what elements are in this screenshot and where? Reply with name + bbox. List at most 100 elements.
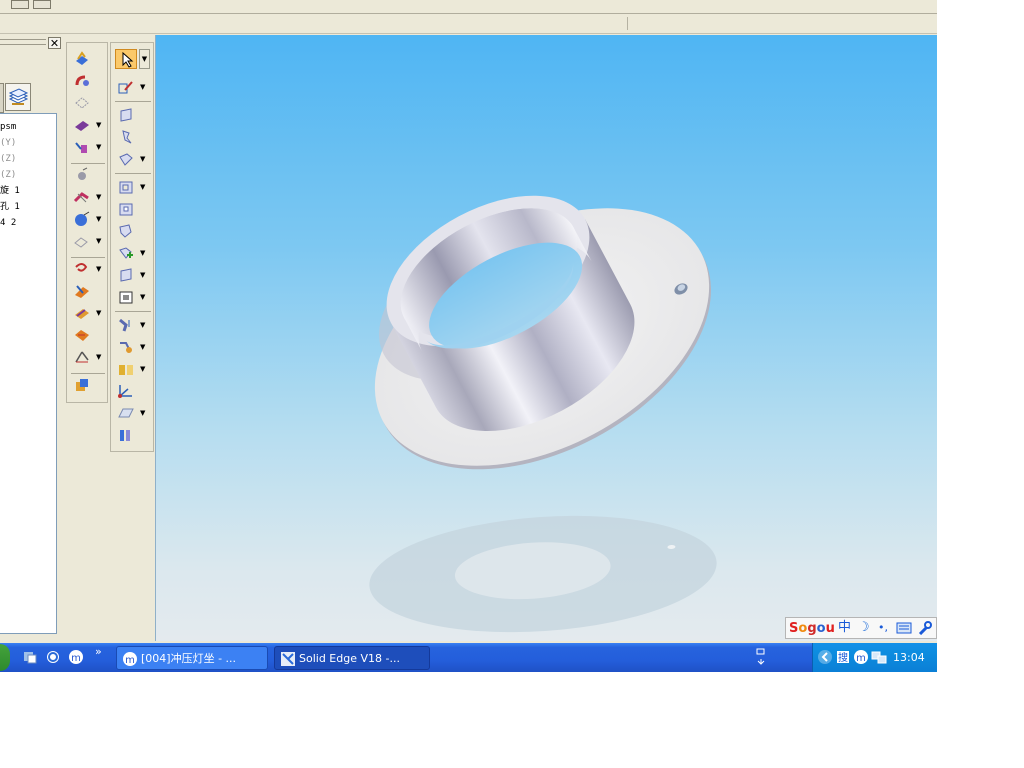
protrusion-icon[interactable]: [73, 51, 91, 67]
chevron-down-icon[interactable]: ▼: [140, 366, 147, 373]
features-toolbar: ▼ ▼ ▼ ▼ ▼ ▼ ▼ ▼: [66, 42, 108, 403]
web-network-icon[interactable]: [73, 283, 91, 299]
flange-icon[interactable]: [117, 129, 135, 145]
chevron-down-icon[interactable]: ▼: [140, 410, 147, 417]
tree-item-plane[interactable]: (Z): [0, 154, 16, 164]
chevron-down-icon[interactable]: ▼: [140, 156, 147, 163]
sketch-icon[interactable]: [117, 79, 135, 95]
reference-plane-icon[interactable]: [117, 405, 135, 421]
sogou-tray-icon[interactable]: 搜: [835, 649, 851, 669]
lip-icon[interactable]: [73, 327, 91, 343]
shell-icon[interactable]: [73, 211, 91, 227]
chevron-down-icon[interactable]: ▼: [96, 194, 103, 201]
part-copy-icon[interactable]: [117, 427, 135, 443]
punctuation-icon[interactable]: •,: [878, 620, 888, 636]
svg-text:搜: 搜: [838, 651, 848, 664]
cutout-sheet-icon[interactable]: [117, 179, 135, 195]
chevron-down-icon[interactable]: ▼: [96, 354, 103, 361]
tray-expand-icon[interactable]: [817, 649, 833, 669]
chevron-down-icon[interactable]: ▼: [96, 216, 103, 223]
tab-layers[interactable]: [5, 83, 31, 111]
solid-edge-icon: [281, 652, 295, 666]
3d-viewport[interactable]: [155, 35, 937, 641]
model-reflection: [369, 515, 717, 633]
mirror-sheet-icon[interactable]: [117, 361, 135, 377]
tree-item-document[interactable]: psm: [0, 122, 16, 132]
svg-text:m: m: [856, 653, 866, 664]
jog-icon[interactable]: [117, 267, 135, 283]
window-minimize-button[interactable]: [33, 0, 51, 9]
chevron-down-icon[interactable]: ▼: [96, 122, 103, 129]
ime-toolbar[interactable]: Sogou 中 ☽ •,: [785, 617, 937, 639]
tab-icon[interactable]: [117, 107, 135, 123]
round-icon[interactable]: [73, 189, 91, 205]
bend-icon[interactable]: [117, 317, 135, 333]
chevron-down-icon[interactable]: ▼: [140, 344, 147, 351]
ime-mode-chinese[interactable]: 中: [838, 620, 851, 636]
toolbar-divider: [71, 163, 105, 164]
maxthon-tray-icon[interactable]: m: [853, 649, 869, 669]
browser-icon[interactable]: [45, 649, 61, 665]
unbend-icon[interactable]: [117, 339, 135, 355]
window-restore-button[interactable]: [11, 0, 29, 9]
wrench-icon[interactable]: [917, 620, 933, 635]
emboss-icon[interactable]: [117, 289, 135, 305]
chevron-down-icon[interactable]: ▼: [140, 84, 147, 91]
helix-icon[interactable]: [73, 261, 91, 277]
close-icon[interactable]: ✕: [48, 37, 61, 49]
rib-icon[interactable]: [73, 305, 91, 321]
normal-cutout-icon[interactable]: [117, 201, 135, 217]
chevron-down-icon[interactable]: ▼: [96, 144, 103, 151]
feature-tree[interactable]: psm (Y) (Z) (Z) 旋 1 孔 1 4 2: [0, 113, 57, 634]
keyboard-icon[interactable]: [896, 620, 912, 635]
tree-item-feature[interactable]: 孔 1: [0, 202, 20, 212]
sweep-icon[interactable]: [73, 139, 91, 155]
desktop-icon[interactable]: [22, 649, 38, 665]
hem-icon[interactable]: [117, 245, 135, 261]
chevron-down-icon[interactable]: ▼: [140, 272, 147, 279]
maxthon-icon[interactable]: m: [68, 649, 84, 665]
task-button-solid-edge[interactable]: Solid Edge V18 -...: [274, 646, 430, 670]
toolbar-divider: [71, 373, 105, 374]
draft-icon[interactable]: [73, 349, 91, 365]
chevron-down-icon[interactable]: ▼: [139, 49, 150, 69]
panel-grip[interactable]: [0, 39, 46, 45]
network-icon[interactable]: [871, 649, 887, 669]
mirror-icon[interactable]: [73, 377, 91, 393]
tree-item-plane[interactable]: (Z): [0, 170, 16, 180]
part-model: [369, 195, 717, 633]
chevron-down-icon[interactable]: ▼: [96, 310, 103, 317]
chevron-down-icon[interactable]: ▼: [140, 250, 147, 257]
menu-strip: [0, 0, 937, 14]
hole-icon[interactable]: [73, 167, 91, 183]
loft-icon[interactable]: [73, 117, 91, 133]
sogou-logo[interactable]: Sogou: [789, 620, 835, 637]
clock[interactable]: 13:04: [893, 643, 925, 672]
coordinate-system-icon[interactable]: [117, 383, 135, 399]
chevron-down-icon[interactable]: ▼: [96, 266, 103, 273]
moon-icon[interactable]: ☽: [858, 620, 870, 636]
select-tool-button[interactable]: [115, 49, 137, 69]
chevron-down-icon[interactable]: ▼: [140, 294, 147, 301]
quicklaunch-more-button[interactable]: »: [95, 645, 102, 658]
status-divider: [627, 17, 628, 30]
chevron-down-icon[interactable]: ▼: [96, 238, 103, 245]
toolbar-divider: [115, 311, 151, 312]
tab-features[interactable]: [0, 83, 4, 113]
language-bar-restore-icon[interactable]: [756, 648, 766, 670]
taskbar: m » m [004]冲压灯坐 - ... Solid Edge V18 -..…: [0, 643, 937, 672]
break-corner-icon[interactable]: [117, 223, 135, 239]
tree-item-feature[interactable]: 旋 1: [0, 186, 20, 196]
thin-region-icon[interactable]: [73, 233, 91, 249]
contour-flange-icon[interactable]: [117, 151, 135, 167]
start-button[interactable]: [0, 644, 10, 671]
task-button-browser[interactable]: m [004]冲压灯坐 - ...: [116, 646, 268, 670]
toolbar-divider: [71, 257, 105, 258]
tree-item-plane[interactable]: (Y): [0, 138, 16, 148]
revolved-protrusion-icon[interactable]: [73, 73, 91, 89]
tree-item-feature[interactable]: 4 2: [0, 218, 16, 228]
task-label: [004]冲压灯坐 - ...: [141, 652, 237, 665]
chevron-down-icon[interactable]: ▼: [140, 322, 147, 329]
chevron-down-icon[interactable]: ▼: [140, 184, 147, 191]
cutout-icon[interactable]: [73, 95, 91, 111]
